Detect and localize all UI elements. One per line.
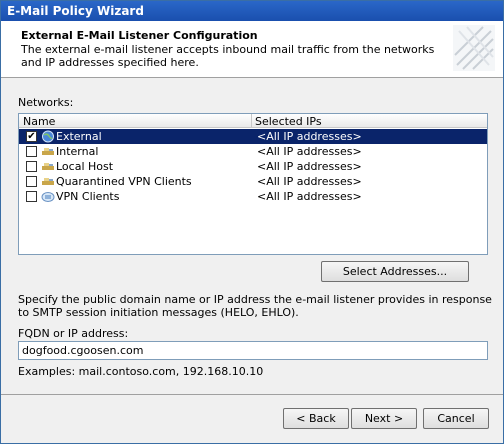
network-ips: <All IP addresses> <box>257 160 362 173</box>
fqdn-label: FQDN or IP address: <box>18 327 129 340</box>
networks-list[interactable]: Name Selected IPs ✔ External <All IP add… <box>18 113 488 255</box>
helo-description: Specify the public domain name or IP add… <box>18 293 492 319</box>
network-name: Internal <box>56 145 99 158</box>
network-row-internal[interactable]: Internal <All IP addresses> <box>19 144 487 159</box>
wizard-window: E-Mail Policy Wizard External E-Mail Lis… <box>0 0 504 444</box>
footer-divider <box>1 394 503 395</box>
network-row-quarantined-vpn-clients[interactable]: Quarantined VPN Clients <All IP addresse… <box>19 174 487 189</box>
network-row-vpn-clients[interactable]: VPN Clients <All IP addresses> <box>19 189 487 204</box>
title-bar[interactable]: E-Mail Policy Wizard <box>1 1 503 21</box>
network-ips: <All IP addresses> <box>257 175 362 188</box>
fqdn-input[interactable]: dogfood.cgoosen.com <box>18 341 488 360</box>
network-checkbox-local-host[interactable] <box>26 161 37 172</box>
column-header-selected-ips[interactable]: Selected IPs <box>255 115 322 128</box>
window-title: E-Mail Policy Wizard <box>7 4 144 18</box>
fqdn-examples: Examples: mail.contoso.com, 192.168.10.1… <box>18 365 264 378</box>
wizard-header: External E-Mail Listener Configuration T… <box>1 21 503 78</box>
network-checkbox-internal[interactable] <box>26 146 37 157</box>
network-name: Local Host <box>56 160 114 173</box>
network-ips: <All IP addresses> <box>257 190 362 203</box>
network-name: Quarantined VPN Clients <box>56 175 192 188</box>
network-icon <box>42 148 54 155</box>
globe-icon <box>42 130 54 143</box>
network-checkbox-quarantined-vpn-clients[interactable] <box>26 176 37 187</box>
network-icon <box>42 178 54 185</box>
network-name: VPN Clients <box>56 190 120 203</box>
network-checkbox-vpn-clients[interactable] <box>26 191 37 202</box>
back-button[interactable]: < Back <box>283 408 349 429</box>
column-divider[interactable] <box>251 114 252 128</box>
network-ips: <All IP addresses> <box>257 130 362 143</box>
wizard-graphic-icon <box>453 25 495 71</box>
vpn-clients-icon <box>41 192 55 202</box>
network-row-local-host[interactable]: Local Host <All IP addresses> <box>19 159 487 174</box>
page-title: External E-Mail Listener Configuration <box>21 29 258 42</box>
column-header-name[interactable]: Name <box>23 115 55 128</box>
select-addresses-button[interactable]: Select Addresses... <box>321 261 469 282</box>
cancel-button[interactable]: Cancel <box>423 408 489 429</box>
next-button[interactable]: Next > <box>351 408 417 429</box>
list-header: Name Selected IPs <box>19 114 487 128</box>
networks-label: Networks: <box>18 96 74 109</box>
network-row-external[interactable]: ✔ External <All IP addresses> <box>19 129 487 144</box>
network-name: External <box>56 130 102 143</box>
network-icon <box>42 163 54 170</box>
network-ips: <All IP addresses> <box>257 145 362 158</box>
network-checkbox-external[interactable]: ✔ <box>26 131 37 142</box>
page-subtitle: The external e-mail listener accepts inb… <box>21 43 435 69</box>
